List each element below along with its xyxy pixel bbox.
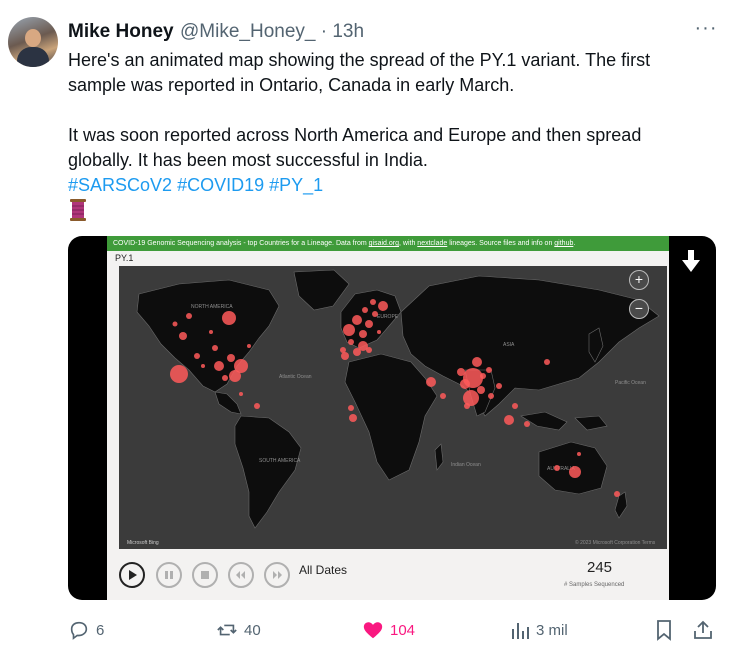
tweet-line: globally. It has been most successful in… — [68, 150, 428, 170]
report-frame: COVID-19 Genomic Sequencing analysis - t… — [107, 236, 669, 600]
label-pacific: Pacific Ocean — [615, 380, 646, 386]
share-button[interactable] — [692, 618, 720, 642]
map-copyright: © 2023 Microsoft Corporation Terms — [575, 539, 656, 546]
timestamp[interactable]: 13h — [332, 21, 364, 42]
label-asia: ASIA — [503, 342, 515, 348]
label-south-america: SOUTH AMERICA — [259, 458, 301, 464]
date-filter[interactable]: All Dates — [299, 563, 347, 577]
heart-icon — [363, 622, 383, 639]
pause-icon — [165, 571, 173, 579]
nextclade-link[interactable]: nextclade — [417, 240, 447, 247]
like-count: 104 — [390, 621, 416, 639]
label-europe: EUROPE — [377, 314, 399, 320]
stop-icon — [201, 571, 209, 579]
thread-spool-icon — [70, 199, 86, 221]
like-button[interactable]: 104 — [362, 618, 415, 642]
play-icon — [129, 570, 137, 580]
hashtag-link[interactable]: #SARSCoV2 — [68, 175, 172, 195]
reply-count: 6 — [96, 621, 105, 639]
playback-controls: All Dates 245 # Samples Sequenced — [107, 549, 669, 600]
samples-count: 245 — [587, 559, 613, 576]
report-banner: COVID-19 Genomic Sequencing analysis - t… — [107, 236, 669, 251]
label-indian: Indian Ocean — [451, 462, 481, 468]
tweet-line: Here's an animated map showing the sprea… — [68, 50, 651, 70]
media-video[interactable]: COVID-19 Genomic Sequencing analysis - t… — [68, 236, 716, 600]
reply-button[interactable]: 6 — [68, 618, 104, 642]
github-link[interactable]: github — [554, 240, 573, 247]
share-icon — [694, 620, 712, 639]
stop-button[interactable] — [192, 562, 218, 588]
author-name[interactable]: Mike Honey — [68, 21, 174, 43]
rewind-button[interactable] — [228, 562, 254, 588]
rewind-icon — [236, 571, 245, 579]
samples-label: # Samples Sequenced — [564, 582, 625, 588]
reply-icon — [70, 621, 88, 640]
bookmark-icon — [657, 620, 671, 641]
map-canvas: NORTH AMERICA EUROPE ASIA SOUTH AMERICA … — [127, 269, 660, 546]
avatar[interactable] — [8, 17, 58, 67]
hashtags: #SARSCoV2 #COVID19 #PY_1 — [68, 173, 708, 198]
author-handle[interactable]: @Mike_Honey_ — [180, 21, 315, 42]
repost-icon — [217, 624, 237, 636]
bookmark-button[interactable] — [654, 618, 680, 642]
tweet-line: sample was reported in Ontario, Canada i… — [68, 75, 515, 95]
map-brand: Microsoft Bing — [127, 540, 159, 546]
author-meta: @Mike_Honey_ · 13h — [180, 21, 365, 42]
label-north-america: NORTH AMERICA — [191, 304, 233, 310]
lineage-title: PY.1 — [115, 253, 134, 263]
tweet-text: Here's an animated map showing the sprea… — [68, 48, 708, 198]
views-count: 3 mil — [536, 621, 568, 639]
repost-button[interactable]: 40 — [216, 618, 261, 642]
world-map[interactable]: NORTH AMERICA EUROPE ASIA SOUTH AMERICA … — [119, 266, 667, 549]
pause-button[interactable] — [156, 562, 182, 588]
repost-count: 40 — [244, 621, 261, 639]
download-icon[interactable] — [680, 248, 702, 274]
fast-forward-icon — [273, 571, 282, 579]
views-button[interactable]: 3 mil — [510, 618, 568, 642]
more-options-icon[interactable]: ··· — [691, 17, 721, 43]
hashtag-link[interactable]: #PY_1 — [269, 175, 323, 195]
gisaid-link[interactable]: gisaid.org — [369, 240, 399, 247]
play-button[interactable] — [119, 562, 145, 588]
label-atlantic: Atlantic Ocean — [279, 374, 312, 380]
hashtag-link[interactable]: #COVID19 — [177, 175, 264, 195]
fast-forward-button[interactable] — [264, 562, 290, 588]
views-chart-icon — [512, 623, 529, 639]
tweet-line: It was soon reported across North Americ… — [68, 125, 642, 145]
zoom-in-button[interactable]: + — [629, 270, 649, 290]
zoom-out-button[interactable]: − — [629, 299, 649, 319]
